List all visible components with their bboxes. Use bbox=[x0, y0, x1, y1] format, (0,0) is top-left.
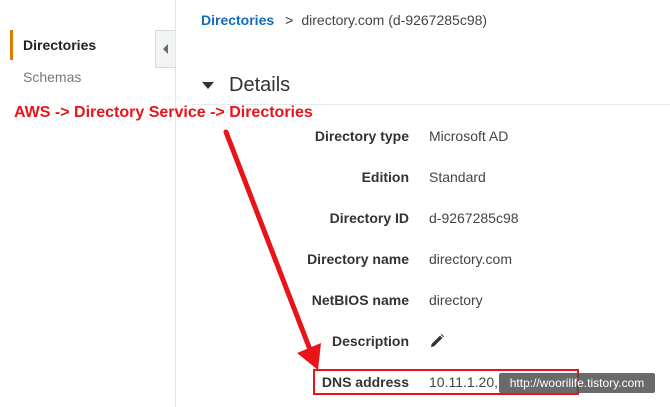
watermark: http://woorilife.tistory.com bbox=[499, 373, 655, 393]
edit-description-button[interactable] bbox=[429, 333, 445, 352]
detail-label: Directory ID bbox=[329, 210, 409, 226]
detail-label: Description bbox=[331, 333, 409, 349]
sidebar-item-schemas[interactable]: Schemas bbox=[10, 62, 160, 92]
pencil-icon bbox=[431, 334, 444, 347]
detail-value: directory bbox=[429, 292, 483, 308]
caret-down-icon bbox=[202, 82, 214, 89]
detail-value: directory.com bbox=[429, 251, 512, 267]
detail-row-directory-id: Directory ID d-9267285c98 bbox=[190, 210, 670, 230]
detail-row-netbios-name: NetBIOS name directory bbox=[190, 292, 670, 312]
detail-row-directory-name: Directory name directory.com bbox=[190, 251, 670, 271]
detail-value: Microsoft AD bbox=[429, 128, 509, 144]
annotation-text: AWS -> Directory Service -> Directories bbox=[14, 104, 313, 121]
detail-label: NetBIOS name bbox=[311, 292, 409, 308]
breadcrumb-separator: > bbox=[285, 12, 294, 28]
sidebar-item-label: Directories bbox=[23, 37, 97, 53]
breadcrumb: Directories > directory.com (d-9267285c98) bbox=[201, 12, 487, 28]
sidebar-item-label: Schemas bbox=[23, 69, 82, 85]
details-section-toggle[interactable]: Details bbox=[201, 72, 290, 98]
breadcrumb-current: directory.com (d-9267285c98) bbox=[301, 12, 488, 28]
breadcrumb-link-directories[interactable]: Directories bbox=[201, 12, 274, 28]
detail-label: Directory type bbox=[314, 128, 409, 144]
detail-row-edition: Edition Standard bbox=[190, 169, 670, 189]
detail-row-directory-type: Directory type Microsoft AD bbox=[190, 128, 670, 148]
detail-row-description: Description bbox=[190, 333, 670, 353]
detail-label: Edition bbox=[361, 169, 409, 185]
details-title: Details bbox=[229, 73, 291, 96]
detail-value: Standard bbox=[429, 169, 486, 185]
chevron-left-icon bbox=[162, 44, 168, 54]
detail-value: d-9267285c98 bbox=[429, 210, 519, 226]
collapse-sidebar-button[interactable] bbox=[155, 30, 175, 68]
detail-label: Directory name bbox=[307, 251, 409, 267]
sidebar: Directories Schemas bbox=[0, 0, 176, 407]
sidebar-item-directories[interactable]: Directories bbox=[10, 30, 160, 60]
